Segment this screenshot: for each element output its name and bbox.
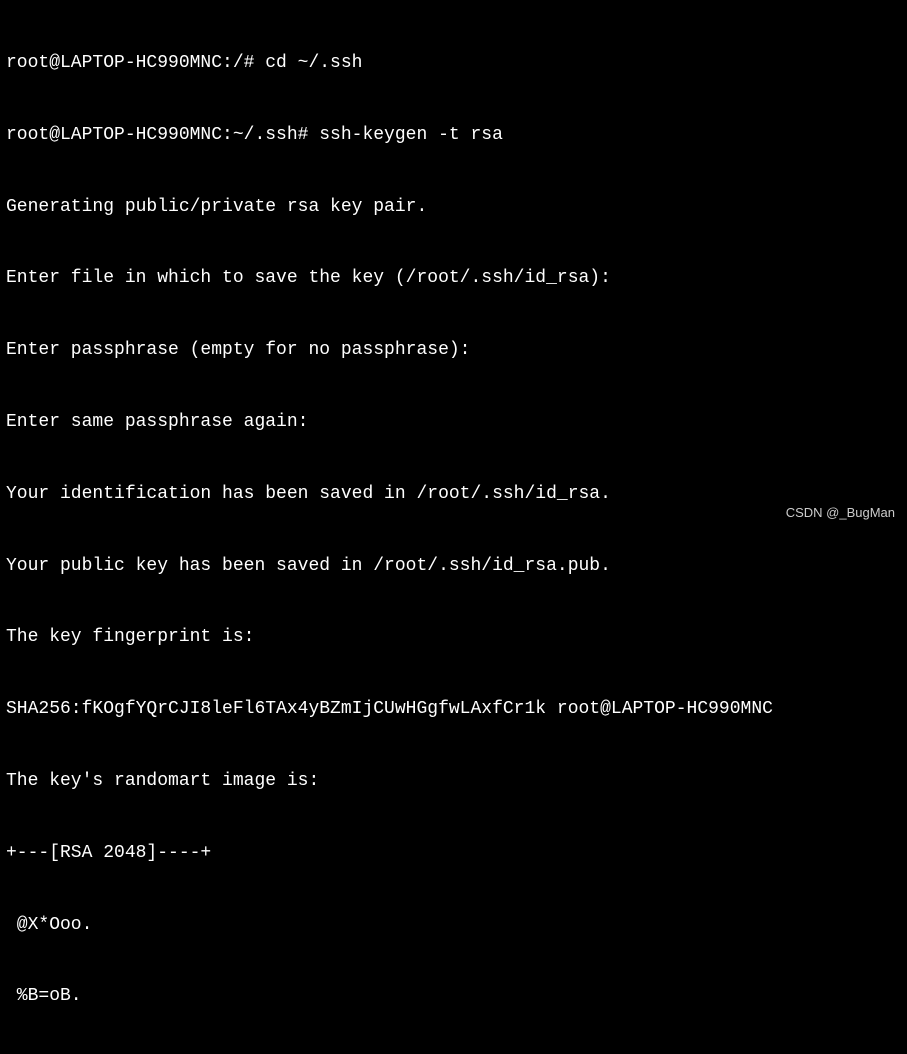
terminal-line: root@LAPTOP-HC990MNC:/# cd ~/.ssh bbox=[6, 52, 901, 76]
terminal-line: SHA256:fKOgfYQrCJI8leFl6TAx4yBZmIjCUwHGg… bbox=[6, 698, 901, 722]
terminal-line: %B=oB. bbox=[6, 985, 901, 1009]
terminal-line: root@LAPTOP-HC990MNC:~/.ssh# ssh-keygen … bbox=[6, 124, 901, 148]
terminal-line: The key's randomart image is: bbox=[6, 770, 901, 794]
terminal-line: Your public key has been saved in /root/… bbox=[6, 555, 901, 579]
terminal-line: Your identification has been saved in /r… bbox=[6, 483, 901, 507]
terminal-line: Enter passphrase (empty for no passphras… bbox=[6, 339, 901, 363]
terminal-line: Generating public/private rsa key pair. bbox=[6, 196, 901, 220]
terminal-line: The key fingerprint is: bbox=[6, 626, 901, 650]
terminal-output[interactable]: root@LAPTOP-HC990MNC:/# cd ~/.ssh root@L… bbox=[6, 4, 901, 1054]
watermark-text: CSDN @_BugMan bbox=[786, 504, 895, 521]
terminal-line: Enter file in which to save the key (/ro… bbox=[6, 267, 901, 291]
terminal-line: Enter same passphrase again: bbox=[6, 411, 901, 435]
terminal-line: @X*Ooo. bbox=[6, 914, 901, 938]
terminal-line: +---[RSA 2048]----+ bbox=[6, 842, 901, 866]
